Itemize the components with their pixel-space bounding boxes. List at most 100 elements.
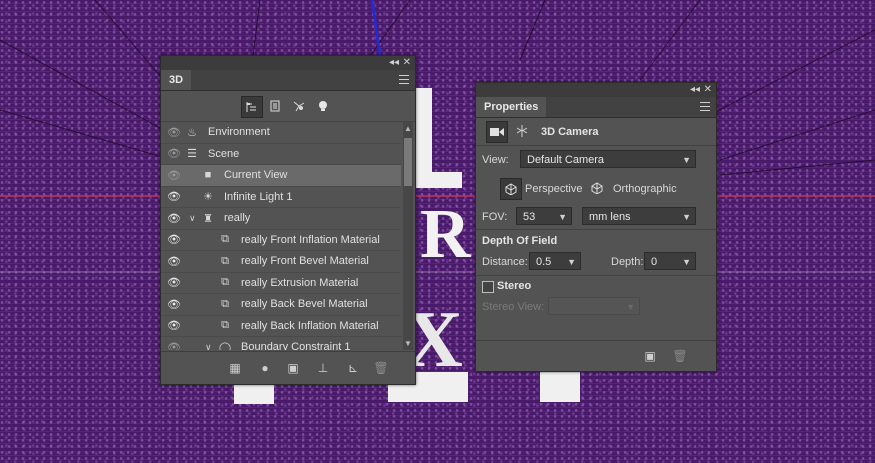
- item-label: really Front Bevel Material: [241, 255, 369, 268]
- visibility-eye-icon[interactable]: 👁: [167, 190, 181, 203]
- item-label: Boundary Constraint 1: [241, 341, 351, 350]
- dof-heading: Depth Of Field: [482, 235, 558, 247]
- chevron-down-icon: ▼: [567, 257, 576, 267]
- orthographic-cube-icon[interactable]: [587, 178, 607, 198]
- stereo-label[interactable]: Stereo: [497, 280, 531, 292]
- properties-titlebar[interactable]: ◂◂ ✕: [476, 83, 716, 97]
- distance-field[interactable]: 0.5 ▼: [529, 252, 581, 270]
- panel-menu-icon[interactable]: [399, 75, 409, 84]
- light-filter-icon[interactable]: [313, 96, 333, 116]
- list-item[interactable]: 👁 ⧉ really Extrusion Material: [161, 273, 401, 294]
- panel-3d: ◂◂ ✕ 3D 👁 ♨ Environment 👁 ☰ Scene 👁 ■ Cu…: [160, 55, 416, 385]
- trash-icon[interactable]: 🗑: [672, 348, 688, 364]
- coordinates-icon[interactable]: [512, 121, 532, 141]
- panel-3d-tabbar: 3D: [161, 70, 415, 91]
- scene-tree: 👁 ♨ Environment 👁 ☰ Scene 👁 ■ Current Vi…: [161, 122, 401, 350]
- view-dropdown[interactable]: Default Camera ▼: [520, 150, 696, 168]
- item-label: really Back Bevel Material: [241, 298, 368, 311]
- item-label: really Extrusion Material: [241, 276, 359, 289]
- drop-to-plane-icon[interactable]: ⊥: [315, 360, 331, 376]
- filter-toolbar: [161, 91, 415, 122]
- chevron-down-icon: ▼: [682, 155, 691, 165]
- lens-value: mm lens: [589, 211, 631, 223]
- depth-field[interactable]: 0 ▼: [644, 252, 696, 270]
- lens-dropdown[interactable]: mm lens ▼: [582, 207, 696, 225]
- stereo-view-dropdown[interactable]: ▼: [548, 297, 640, 315]
- camera-icon: ■: [204, 169, 212, 182]
- properties-tabbar: Properties: [476, 97, 716, 118]
- fov-field[interactable]: 53 ▼: [516, 207, 572, 225]
- stereo-checkbox[interactable]: [482, 281, 494, 293]
- canvas-letter-r: R: [420, 196, 471, 273]
- list-item[interactable]: 👁 ☀ Infinite Light 1: [161, 187, 401, 208]
- divider: [476, 145, 716, 146]
- perspective-label[interactable]: Perspective: [525, 183, 582, 195]
- list-item[interactable]: 👁 ☰ Scene: [161, 144, 401, 165]
- item-label: Current View: [224, 169, 288, 182]
- camera-icon[interactable]: [486, 121, 508, 143]
- close-icon[interactable]: ✕: [403, 57, 411, 68]
- list-item[interactable]: 👁 ∨ ♜ really: [161, 208, 401, 230]
- material-icon: ⧉: [221, 297, 229, 310]
- orthographic-label[interactable]: Orthographic: [613, 183, 677, 195]
- divider: [476, 275, 716, 276]
- panel-3d-titlebar[interactable]: ◂◂ ✕: [161, 56, 415, 70]
- scrollbar-thumb[interactable]: [404, 138, 412, 186]
- distance-value: 0.5: [536, 256, 552, 268]
- material-filter-icon[interactable]: [289, 96, 309, 116]
- visibility-eye-icon[interactable]: 👁: [167, 341, 181, 350]
- list-item[interactable]: 👁 ⧉ really Back Bevel Material: [161, 294, 401, 316]
- new-object-icon[interactable]: ▣: [285, 360, 301, 376]
- material-icon: ⧉: [221, 233, 229, 246]
- scrollbar[interactable]: ▲ ▼: [403, 122, 413, 350]
- visibility-eye-icon[interactable]: 👁: [167, 126, 181, 139]
- trash-icon[interactable]: 🗑: [373, 360, 389, 376]
- fov-value: 53: [523, 211, 536, 223]
- visibility-eye-icon[interactable]: 👁: [167, 255, 181, 268]
- list-item[interactable]: 👁 ■ Current View: [161, 165, 401, 187]
- reset-icon[interactable]: ▣: [642, 348, 658, 364]
- infinite-light-icon: ☀: [203, 191, 213, 204]
- chevron-down-icon[interactable]: ∨: [189, 213, 196, 224]
- list-item[interactable]: 👁 ♨ Environment: [161, 122, 401, 144]
- properties-footer: ▣ 🗑: [476, 340, 716, 371]
- visibility-eye-icon[interactable]: 👁: [167, 319, 181, 332]
- panel-menu-icon[interactable]: [700, 102, 710, 111]
- scene-icon: ☰: [187, 148, 197, 161]
- tab-3d[interactable]: 3D: [161, 70, 192, 90]
- environment-icon: ♨: [187, 126, 197, 139]
- depth-label: Depth:: [611, 256, 644, 268]
- scene-filter-icon[interactable]: [241, 96, 263, 118]
- panel-properties: ◂◂ ✕ Properties 3D Camera View: Default …: [475, 82, 717, 372]
- distance-label: Distance:: [482, 256, 528, 268]
- collapse-icon[interactable]: ◂◂: [389, 57, 399, 68]
- add-light-icon[interactable]: ●: [257, 360, 273, 376]
- mesh-icon: ♜: [203, 212, 213, 225]
- divider: [476, 229, 716, 230]
- close-icon[interactable]: ✕: [704, 84, 712, 95]
- visibility-eye-icon[interactable]: 👁: [167, 276, 181, 289]
- list-item[interactable]: 👁 ⧉ really Back Inflation Material: [161, 316, 401, 337]
- visibility-eye-icon[interactable]: 👁: [167, 212, 181, 225]
- list-item[interactable]: 👁 ⧉ really Front Bevel Material: [161, 251, 401, 273]
- visibility-eye-icon[interactable]: 👁: [167, 233, 181, 246]
- panel-3d-footer: ▦ ● ▣ ⊥ ⊾ 🗑: [161, 351, 415, 384]
- coordinates-icon[interactable]: ⊾: [345, 360, 361, 376]
- mesh-filter-icon[interactable]: [265, 96, 285, 116]
- perspective-cube-icon[interactable]: [500, 178, 522, 200]
- list-item[interactable]: 👁 ⧉ really Front Inflation Material: [161, 230, 401, 251]
- visibility-eye-icon[interactable]: 👁: [167, 147, 181, 160]
- document-canvas[interactable]: R X: [0, 0, 875, 463]
- chevron-down-icon[interactable]: ∨: [205, 342, 212, 350]
- view-value: Default Camera: [527, 154, 605, 166]
- item-label: Scene: [208, 147, 240, 160]
- scroll-down-icon[interactable]: ▼: [403, 339, 413, 348]
- collapse-icon[interactable]: ◂◂: [690, 84, 700, 95]
- visibility-eye-icon[interactable]: 👁: [167, 298, 181, 311]
- scroll-up-icon[interactable]: ▲: [403, 124, 413, 133]
- item-label: Infinite Light 1: [224, 190, 293, 203]
- render-icon[interactable]: ▦: [227, 360, 243, 376]
- list-item[interactable]: 👁 ∨ ◯ Boundary Constraint 1: [161, 337, 401, 350]
- visibility-eye-icon[interactable]: 👁: [167, 169, 181, 182]
- tab-properties[interactable]: Properties: [476, 97, 547, 117]
